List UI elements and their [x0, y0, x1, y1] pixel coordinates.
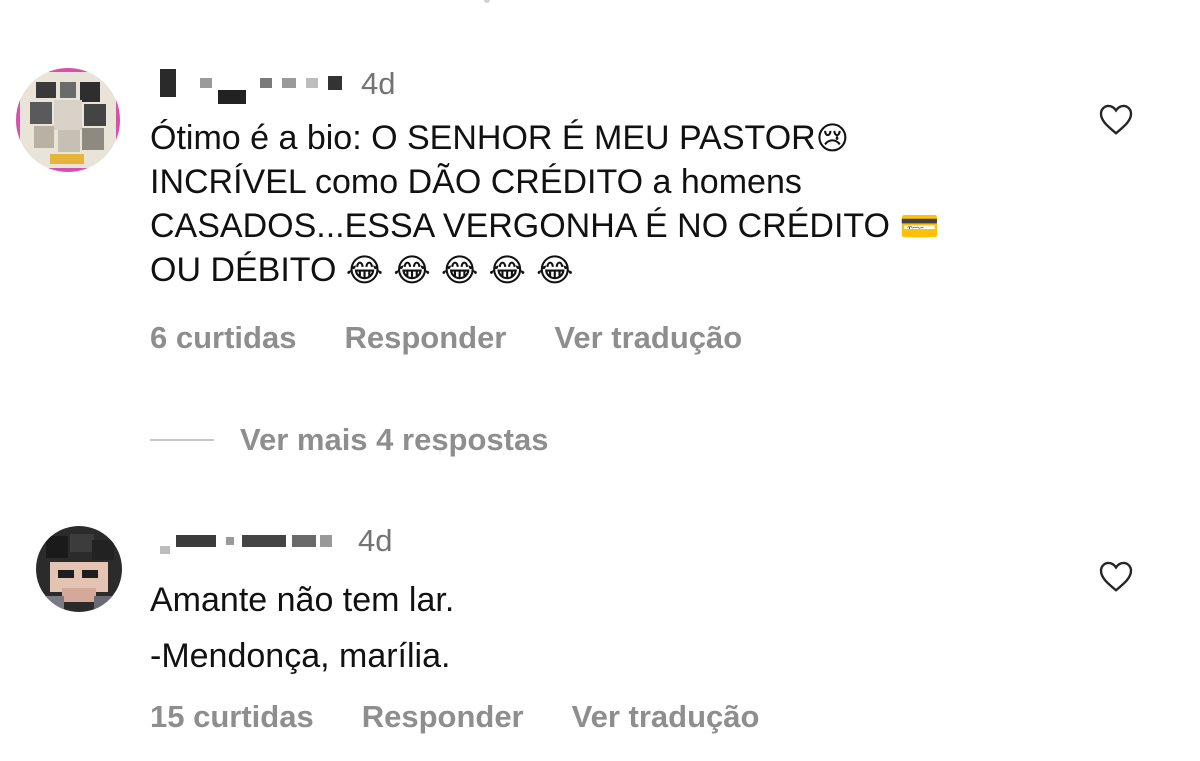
reply-button[interactable]: Responder [344, 320, 506, 356]
avatar[interactable] [36, 526, 122, 612]
comment-actions: 6 curtidas Responder Ver tradução [150, 320, 742, 356]
comment-line: Amante não tem lar. [150, 581, 455, 619]
replies-divider [150, 439, 214, 441]
credit-card-emoji: 💳 [899, 207, 940, 245]
view-more-replies[interactable]: Ver mais 4 respostas [150, 422, 548, 458]
comment-text: Ótimo é a bio: O SENHOR É MEU PASTOR😢 IN… [150, 116, 939, 292]
comment-line: INCRÍVEL como DÃO CRÉDITO a homens [150, 163, 802, 201]
translate-button[interactable]: Ver tradução [554, 320, 742, 356]
view-more-replies-label[interactable]: Ver mais 4 respostas [240, 422, 548, 458]
comment-actions: 15 curtidas Responder Ver tradução [150, 699, 759, 735]
comment-line: OU DÉBITO 😂 😂 😂 😂 😂 [150, 251, 574, 289]
heart-outline-icon[interactable] [1098, 102, 1134, 136]
likes-count[interactable]: 6 curtidas [150, 320, 296, 356]
reply-button[interactable]: Responder [362, 699, 524, 735]
translate-button[interactable]: Ver tradução [572, 699, 760, 735]
timestamp: 4d [358, 523, 393, 558]
heart-outline-icon[interactable] [1098, 559, 1134, 593]
crying-face-emoji: 😢 [815, 119, 850, 157]
comment-text: Amante não tem lar. -Mendonça, marília. [150, 572, 454, 684]
comment-item: 4d Ótimo é a bio: O SENHOR É MEU PASTOR😢… [0, 0, 1200, 380]
comment-line: Ótimo é a bio: O SENHOR É MEU PASTOR😢 [150, 119, 850, 157]
likes-count[interactable]: 15 curtidas [150, 699, 314, 735]
timestamp: 4d [361, 66, 396, 101]
username-blurred[interactable] [160, 528, 332, 554]
avatar[interactable] [16, 68, 120, 172]
comment-line: CASADOS...ESSA VERGONHA É NO CRÉDITO 💳 [150, 207, 940, 245]
username-blurred[interactable] [160, 62, 342, 104]
laughing-emoji: 😂 😂 😂 😂 😂 [345, 251, 574, 289]
comment-line: -Mendonça, marília. [150, 637, 451, 675]
